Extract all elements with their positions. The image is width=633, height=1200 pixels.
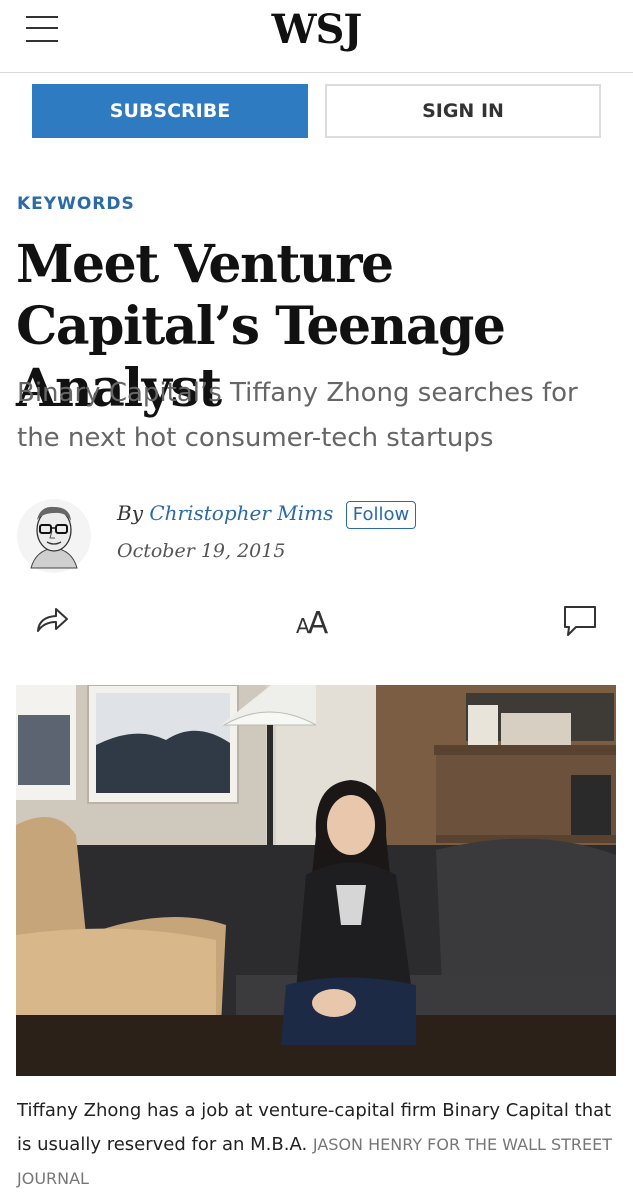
follow-button[interactable]: Follow xyxy=(345,501,417,529)
text-size-icon[interactable]: AA xyxy=(294,601,338,637)
share-arrow-icon[interactable] xyxy=(34,604,70,636)
text-size-small-a: AA xyxy=(296,606,329,637)
photo-caption: Tiffany Zhong has a job at venture-capit… xyxy=(17,1094,622,1196)
byline-prefix: By xyxy=(117,501,143,525)
section-label[interactable]: KEYWORDS xyxy=(17,194,135,214)
article-photo xyxy=(16,685,616,1076)
byline: By Christopher Mims Follow xyxy=(117,501,417,529)
subscribe-button[interactable]: SUBSCRIBE xyxy=(32,84,308,138)
sign-in-button[interactable]: SIGN IN xyxy=(325,84,601,138)
author-link[interactable]: Christopher Mims xyxy=(149,501,333,525)
wsj-logo[interactable]: WSJ xyxy=(0,6,633,53)
comment-bubble-icon[interactable] xyxy=(562,604,598,638)
publish-date: October 19, 2015 xyxy=(117,540,286,562)
article-dek: Binary Capital’s Tiffany Zhong searches … xyxy=(17,378,578,453)
top-navigation-bar: WSJ xyxy=(0,0,633,73)
author-avatar xyxy=(17,499,91,573)
